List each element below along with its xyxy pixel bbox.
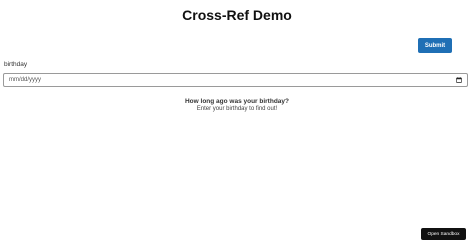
calendar-icon[interactable] (456, 77, 462, 83)
prompt-instruction: Enter your birthday to find out! (196, 106, 278, 112)
submit-button[interactable]: Submit (418, 38, 452, 53)
open-sandbox-button[interactable]: Open Sandbox (421, 228, 466, 240)
page: Cross-Ref Demo Submit birthday mm/dd/yyy… (0, 0, 474, 248)
birthday-label: birthday (4, 61, 28, 68)
page-title: Cross-Ref Demo (182, 7, 292, 23)
birthday-placeholder: mm/dd/yyyy (9, 77, 42, 83)
prompt-question: How long ago was your birthday? (184, 98, 289, 105)
birthday-prompt: How long ago was your birthday? Enter yo… (0, 98, 474, 113)
birthday-date-input[interactable]: mm/dd/yyyy (3, 73, 468, 87)
